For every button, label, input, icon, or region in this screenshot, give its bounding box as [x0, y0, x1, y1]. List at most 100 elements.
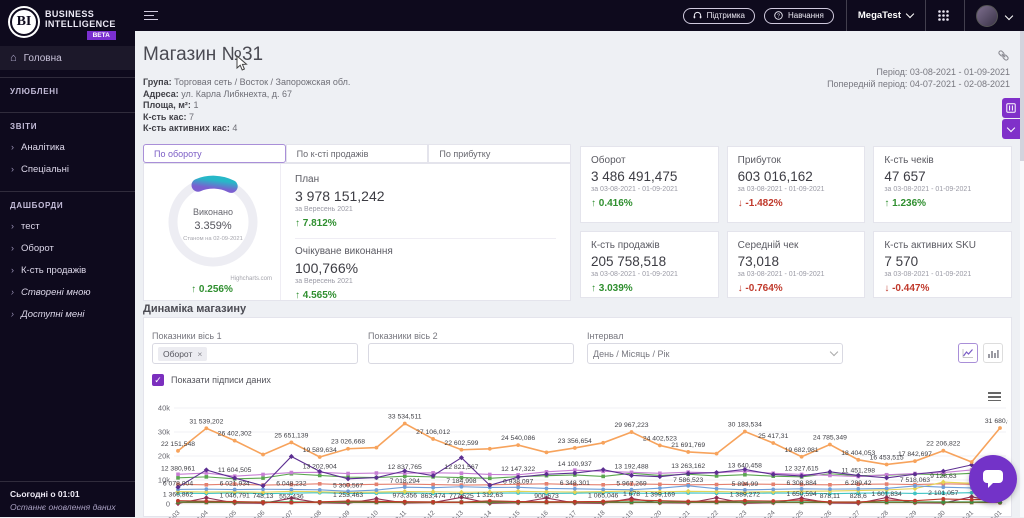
- svg-text:5 967,269: 5 967,269: [616, 481, 646, 488]
- store-info: Група: Торговая сеть / Восток / Запорожс…: [143, 77, 350, 135]
- info-value: 7: [188, 111, 194, 122]
- tab-by-turnover[interactable]: По обороту: [143, 144, 286, 163]
- expected-title: Очікуване виконання: [295, 246, 393, 257]
- topbar-right: Підтримка ? Навчання MegaTest: [682, 0, 1024, 31]
- axis2-multiselect[interactable]: [368, 343, 574, 364]
- svg-text:9 128,63: 9 128,63: [930, 473, 957, 480]
- svg-text:1 389,272: 1 389,272: [730, 492, 760, 499]
- info-row: Група: Торговая сеть / Восток / Запорожс…: [143, 77, 350, 89]
- svg-text:1 678: 1 678: [623, 491, 640, 498]
- chevron-right-icon: ›: [11, 163, 14, 174]
- line-chart-toggle[interactable]: [958, 343, 978, 363]
- apps-grid-button[interactable]: [937, 9, 950, 22]
- svg-text:6 938,097: 6 938,097: [503, 478, 533, 485]
- tab-by-sales-count[interactable]: По к-сті продажів: [285, 144, 429, 163]
- chart-type-toggles: [958, 343, 1003, 363]
- kpi-period: за 03-08-2021 - 01-09-2021: [591, 271, 678, 278]
- info-row: Адреса: ул. Карла Либкнехта, д. 67: [143, 89, 350, 101]
- kpi-period: за 03-08-2021 - 01-09-2021: [884, 186, 972, 193]
- sidebar-item-available-to-me[interactable]: › Доступні мені: [10, 303, 125, 325]
- sidebar-item-sales-count[interactable]: › К-сть продажів: [10, 259, 125, 281]
- account-menu[interactable]: MegaTest: [858, 9, 915, 21]
- plan-execution-card: Виконано 3.359% Станом на 02-09-2021 Hig…: [143, 163, 571, 301]
- kpi-delta: ↓ -0.447%: [884, 283, 930, 294]
- scrollbar-thumb[interactable]: [1020, 31, 1024, 161]
- close-icon[interactable]: ×: [197, 349, 202, 359]
- kpi-card-sales-count: К-сть продажів 205 758,518 за 03-08-2021…: [580, 231, 719, 298]
- plan-delta: ↑ 7.812%: [295, 218, 337, 229]
- info-label: К-сть кас:: [143, 111, 187, 122]
- kpi-title: Середній чек: [737, 240, 799, 251]
- svg-text:552,436: 552,436: [279, 494, 304, 501]
- chevron-down-icon[interactable]: [1004, 11, 1014, 20]
- svg-text:1 312,63: 1 312,63: [477, 492, 504, 499]
- filter-panel-button[interactable]: [1002, 98, 1020, 118]
- kpi-title: К-сть чеків: [884, 155, 934, 166]
- kpi-value: 47 657: [884, 169, 926, 184]
- scrollbar[interactable]: [1020, 31, 1024, 517]
- headset-icon: [693, 11, 701, 19]
- logo-text: BUSINESS INTELLIGENCE BETA: [45, 8, 116, 40]
- sidebar-item-special[interactable]: › Спеціальні: [10, 158, 125, 180]
- plan-panel: План 3 978 151,242 за Вересень 2021 ↑ 7.…: [281, 164, 570, 303]
- support-label: Підтримка: [706, 11, 745, 20]
- svg-text:19 589,634: 19 589,634: [303, 447, 337, 454]
- show-data-labels-checkbox[interactable]: ✓ Показати підписи даних: [152, 374, 271, 386]
- share-link-icon[interactable]: [997, 49, 1010, 62]
- gauge-delta: ↑ 0.256%: [191, 284, 233, 295]
- kpi-card-active-sku: К-сть активних SKU 7 570 за 03-08-2021 -…: [873, 231, 1012, 298]
- side-panel-buttons: [1002, 98, 1020, 139]
- interval-value: День / Місяць / Рік: [593, 348, 670, 359]
- last-update-caption: Останнє оновлення даних: [10, 502, 116, 512]
- user-avatar[interactable]: [976, 4, 998, 27]
- info-value: ул. Карла Либкнехта, д. 67: [181, 88, 292, 99]
- sidebar-toggle-button[interactable]: [144, 8, 158, 22]
- sidebar-item-turnover[interactable]: › Оборот: [10, 237, 125, 259]
- chevron-right-icon: ›: [11, 308, 14, 319]
- data-update-footer: Сьогодні о 01:01 Останнє оновлення даних: [0, 481, 135, 512]
- bar-chart-toggle[interactable]: [983, 343, 1003, 363]
- svg-text:13 202,904: 13 202,904: [303, 463, 337, 470]
- axis1-chip-turnover[interactable]: Оборот ×: [158, 346, 208, 361]
- kpi-card-receipts: К-сть чеків 47 657 за 03-08-2021 - 01-09…: [873, 146, 1012, 223]
- support-button[interactable]: Підтримка: [682, 7, 755, 24]
- svg-text:1 601,834: 1 601,834: [871, 491, 901, 498]
- axis1-multiselect[interactable]: Оборот ×: [152, 343, 358, 364]
- interval-select[interactable]: День / Місяць / Рік: [587, 343, 843, 364]
- question-circle-icon: ?: [774, 11, 783, 20]
- sidebar-section-reports: ЗВІТИ › Аналітика › Спеціальні: [0, 112, 135, 184]
- kpi-title: К-сть активних SKU: [884, 240, 977, 251]
- chevron-right-icon: ›: [11, 220, 14, 231]
- svg-text:11 451,298: 11 451,298: [842, 468, 876, 475]
- kpi-delta: ↓ -1.482%: [737, 198, 783, 209]
- sidebar-item-label: Спеціальні: [21, 163, 69, 175]
- sidebar-item-test[interactable]: › тест: [10, 215, 125, 237]
- svg-text:17 842,697: 17 842,697: [898, 451, 932, 458]
- svg-text:5 300,567: 5 300,567: [333, 482, 363, 489]
- chat-widget-button[interactable]: [969, 455, 1017, 503]
- svg-text:1 065,046: 1 065,046: [588, 492, 618, 499]
- tab-by-profit[interactable]: По прибутку: [428, 144, 572, 163]
- filter-panel-icon: [1006, 103, 1016, 113]
- svg-text:26 402,302: 26 402,302: [218, 431, 252, 438]
- bi-logo-icon: BI: [10, 8, 38, 36]
- mouse-cursor: [236, 55, 248, 71]
- training-button[interactable]: ? Навчання: [763, 7, 834, 24]
- collapse-panel-button[interactable]: [1002, 119, 1020, 139]
- sidebar-item-analytics[interactable]: › Аналітика: [10, 136, 125, 158]
- svg-text:1 366,862: 1 366,862: [163, 492, 193, 499]
- svg-text:19 682,981: 19 682,981: [785, 447, 819, 454]
- svg-text:30k: 30k: [158, 428, 170, 437]
- kpi-card-profit: Прибуток 603 016,162 за 03-08-2021 - 01-…: [726, 146, 866, 223]
- kpi-period: за 03-08-2021 - 01-09-2021: [591, 186, 678, 193]
- section-title: ЗВІТИ: [10, 122, 38, 131]
- kpi-delta: ↑ 1.236%: [884, 198, 927, 209]
- sidebar-item-created-by-me[interactable]: › Створені мною: [10, 281, 125, 303]
- kpi-value: 3 486 491,475: [591, 169, 678, 184]
- sidebar-item-home[interactable]: ⌂ Головна: [0, 46, 135, 70]
- svg-text:1 650,594: 1 650,594: [786, 491, 816, 498]
- svg-text:5 894,99: 5 894,99: [732, 481, 759, 488]
- svg-text:13 263,162: 13 263,162: [671, 463, 705, 470]
- svg-text:31 539,202: 31 539,202: [189, 418, 223, 425]
- expected-block: Очікуване виконання 100,766% за Вересень…: [295, 246, 570, 303]
